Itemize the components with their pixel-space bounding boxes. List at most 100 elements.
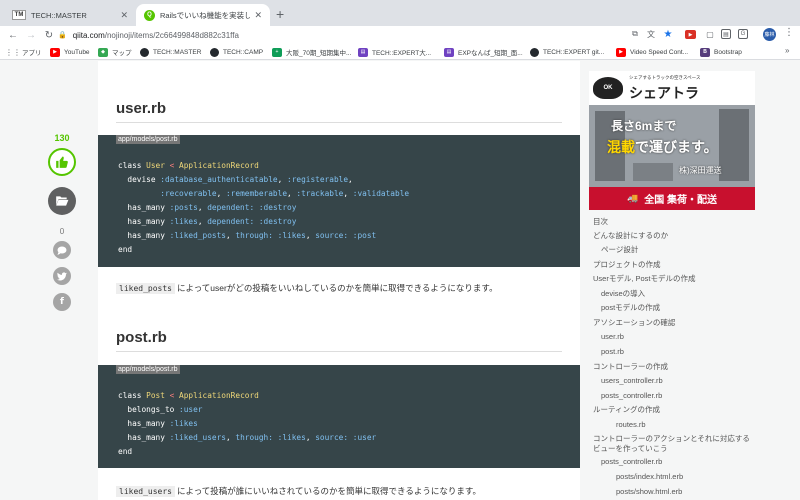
extension-g-icon[interactable]: G: [738, 29, 748, 39]
bookmark-label: YouTube: [64, 48, 90, 56]
comment-button[interactable]: [53, 241, 71, 259]
article-action-rail: 130 0 f: [44, 61, 80, 500]
code-token: devise: [118, 175, 161, 184]
toc-link[interactable]: users_controller.rb: [601, 376, 663, 386]
stock-folder-button[interactable]: [48, 187, 76, 215]
like-button[interactable]: [48, 148, 76, 176]
bookmark-techcamp[interactable]: TECH::CAMP: [210, 46, 263, 58]
toc-link[interactable]: deviseの導入: [601, 289, 645, 299]
ad-highlight: 混載: [607, 139, 635, 155]
code-block-post-rb[interactable]: app/models/post.rb class Post < Applicat…: [98, 365, 580, 468]
profile-avatar[interactable]: 藤林: [763, 28, 776, 41]
code-token: through:: [235, 231, 273, 240]
code-token: :likes: [169, 217, 198, 226]
code-token: ApplicationRecord: [179, 391, 259, 400]
translate-icon[interactable]: 文: [645, 28, 657, 40]
chrome-menu-icon[interactable]: ⋮: [784, 27, 794, 38]
toc-link[interactable]: routes.rb: [616, 420, 646, 430]
code-block-user-rb[interactable]: app/models/post.rb class User < Applicat…: [98, 135, 580, 267]
code-token: ,: [305, 433, 316, 442]
code-token: ,: [225, 231, 236, 240]
twitter-share-button[interactable]: [53, 267, 71, 285]
toc-link[interactable]: Userモデル, Postモデルの作成: [593, 274, 696, 284]
toc-link[interactable]: プロジェクトの作成: [593, 260, 661, 270]
open-in-window-icon[interactable]: ⧉: [629, 28, 641, 40]
lock-icon[interactable]: 🔒: [58, 31, 67, 39]
code-token: ,: [197, 203, 208, 212]
address-bar[interactable]: 🔒 qiita.com/nojinoji/items/2c66499848d88…: [58, 27, 618, 43]
toc-link[interactable]: コントローラーのアクションとそれに対応するビューを作っていこう: [593, 434, 753, 454]
bookmark-maps[interactable]: ◆ マップ: [98, 46, 132, 58]
reload-icon[interactable]: ↻: [42, 30, 56, 41]
bookmark-video-speed[interactable]: ▶ Video Speed Cont...: [616, 46, 688, 58]
code-line: end: [118, 243, 409, 257]
section-heading-post-rb: post.rb: [116, 329, 167, 346]
sharetora-ad-banner[interactable]: OK シェアするトラックの空きスペース シェアトラ 長さ6mまで 混載で運びます…: [589, 71, 755, 210]
bookmark-apps[interactable]: ⋮⋮ アプリ: [5, 46, 42, 58]
code-line: has_many :liked_users, through: :likes, …: [118, 431, 376, 445]
maps-icon: ◆: [98, 47, 108, 57]
bookmarks-overflow-icon[interactable]: »: [785, 46, 789, 55]
toc-link[interactable]: posts/show.html.erb: [616, 487, 682, 497]
code-token: class: [118, 161, 147, 170]
facebook-share-button[interactable]: f: [53, 293, 71, 311]
heading-divider: [116, 351, 562, 352]
toc-link[interactable]: posts/index.html.erb: [616, 472, 683, 482]
section-heading-user-rb: user.rb: [116, 100, 167, 117]
back-arrow-icon[interactable]: ←: [6, 30, 20, 41]
youtube-extension-icon[interactable]: ▶: [685, 30, 696, 39]
code-token: User: [146, 161, 165, 170]
close-tab-icon[interactable]: ✕: [254, 10, 262, 21]
toc-link[interactable]: 目次: [593, 217, 608, 227]
bookmark-label: TECH::CAMP: [223, 48, 264, 56]
toc-link[interactable]: post.rb: [601, 347, 624, 357]
bookmark-osaka-sheet[interactable]: + 大阪_70期_短期集中...: [272, 46, 351, 58]
extension-box-icon[interactable]: ▤: [721, 29, 731, 39]
paragraph-liked-posts: liked_posts によってuserがどの投稿をいいねしているのかを簡単に取…: [116, 282, 498, 294]
ad-header: OK シェアするトラックの空きスペース シェアトラ: [589, 71, 755, 105]
code-token: :liked_posts: [169, 231, 226, 240]
code-line: end: [118, 445, 376, 459]
toc-link[interactable]: どんな設計にするのか: [593, 231, 668, 241]
ad-headline-2: 混載で運びます。: [607, 137, 718, 157]
toc-link[interactable]: postモデルの作成: [601, 303, 660, 313]
toc-link[interactable]: posts_controller.rb: [601, 457, 662, 467]
bookmark-bootstrap[interactable]: B Bootstrap: [700, 46, 742, 58]
toc-link[interactable]: アソシエーションの確認: [593, 318, 675, 328]
new-tab-plus-icon[interactable]: +: [276, 6, 284, 22]
toc-link[interactable]: posts_controller.rb: [601, 391, 662, 401]
techmaster-favicon-icon: TM: [12, 10, 26, 20]
code-token: :posts: [169, 203, 198, 212]
url-path: /nojinoji/items/2c66499848d882c31ffa: [104, 30, 239, 40]
tab-techmaster[interactable]: TM TECH::MASTER ✕: [4, 4, 136, 26]
toc-link[interactable]: ページ設計: [601, 245, 638, 255]
folder-open-icon: [56, 196, 69, 206]
tab-qiita-active[interactable]: Q Railsでいいね機能を実装しよう - ✕: [136, 4, 270, 26]
code-token: has_many: [118, 433, 170, 442]
truck-icon: 🚚: [627, 193, 639, 203]
bookmark-youtube[interactable]: ▶ YouTube: [50, 46, 90, 58]
inline-code: liked_users: [116, 485, 175, 497]
forward-arrow-icon[interactable]: →: [24, 30, 38, 41]
code-line: belongs_to :user: [118, 403, 376, 417]
code-token: source:: [315, 231, 349, 240]
bookmark-techmaster[interactable]: TECH::MASTER: [140, 46, 201, 58]
bookmark-exp-namba[interactable]: ▤ EXPなんば_短期_面...: [444, 46, 523, 58]
ad-brand: シェアトラ: [629, 85, 699, 101]
toc-link[interactable]: ルーティングの作成: [593, 405, 660, 415]
bookmark-label: Video Speed Cont...: [630, 48, 689, 56]
bookmark-star-icon[interactable]: ★: [662, 28, 674, 40]
toc-link[interactable]: user.rb: [601, 332, 624, 342]
code-token: has_many: [118, 231, 170, 240]
code-token: :likes: [169, 419, 198, 428]
extension-icon[interactable]: ▢: [704, 28, 716, 40]
code-token: has_many: [118, 217, 170, 226]
thumbs-up-icon: [56, 156, 68, 168]
bookmark-tech-expert[interactable]: ▤ TECH::EXPERT大...: [358, 46, 431, 58]
bookmark-expert-git[interactable]: TECH::EXPERT git...: [530, 46, 604, 58]
toc-link[interactable]: コントローラーの作成: [593, 362, 668, 372]
code-token: through:: [235, 433, 273, 442]
page-content: 130 0 f user.rb app/models/post.rb class…: [0, 61, 800, 500]
code-line: :recoverable, :rememberable, :trackable,…: [118, 187, 409, 201]
close-tab-icon[interactable]: ✕: [120, 10, 128, 21]
